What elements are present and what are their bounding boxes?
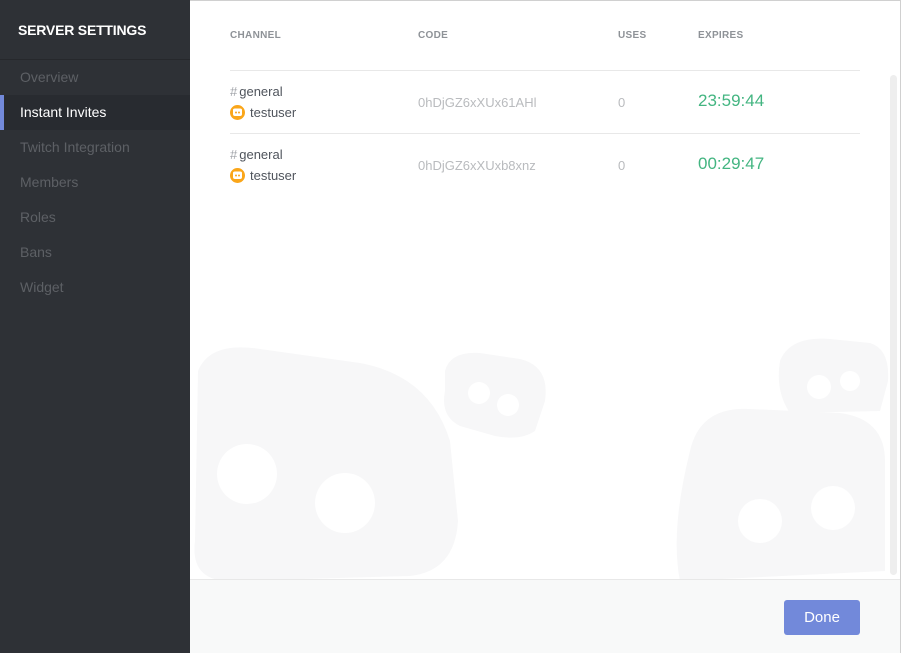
sidebar-nav: Overview Instant Invites Twitch Integrat… bbox=[0, 60, 190, 305]
column-header-expires: EXPIRES bbox=[698, 30, 744, 41]
discord-logo-icon bbox=[233, 108, 242, 116]
hash-icon: # bbox=[230, 147, 238, 162]
channel-name: general bbox=[239, 147, 283, 162]
sidebar-item-overview[interactable]: Overview bbox=[0, 60, 190, 95]
sidebar-item-members[interactable]: Members bbox=[0, 165, 190, 200]
channel-cell: # general testuser bbox=[230, 144, 296, 186]
table-header: CHANNEL CODE USES EXPIRES bbox=[230, 1, 860, 71]
sidebar-item-widget[interactable]: Widget bbox=[0, 270, 190, 305]
invites-panel: CHANNEL CODE USES EXPIRES # general testu… bbox=[190, 0, 901, 653]
invite-expires: 00:29:47 bbox=[698, 154, 765, 173]
invite-code: 0hDjGZ6xXUxb8xnz bbox=[418, 158, 536, 173]
sidebar-item-bans[interactable]: Bans bbox=[0, 235, 190, 270]
avatar bbox=[230, 105, 245, 120]
column-header-channel: CHANNEL bbox=[230, 30, 281, 41]
table-row[interactable]: # general testuser 0hDjGZ6xXUxb8xnz 0 00:… bbox=[230, 134, 860, 197]
sidebar-item-roles[interactable]: Roles bbox=[0, 200, 190, 235]
table-row[interactable]: # general testuser 0hDjGZ6xXUx61AHl 0 23:… bbox=[230, 71, 860, 134]
done-button[interactable]: Done bbox=[784, 600, 860, 635]
invite-code: 0hDjGZ6xXUx61AHl bbox=[418, 95, 537, 110]
channel-cell: # general testuser bbox=[230, 81, 296, 123]
sidebar-title: SERVER SETTINGS bbox=[0, 0, 190, 60]
modal-footer: Done bbox=[190, 579, 900, 653]
sidebar-item-instant-invites[interactable]: Instant Invites bbox=[0, 95, 190, 130]
channel-name: general bbox=[239, 84, 283, 99]
invite-uses: 0 bbox=[618, 158, 626, 173]
invite-uses: 0 bbox=[618, 95, 626, 110]
invite-expires: 23:59:44 bbox=[698, 91, 765, 110]
hash-icon: # bbox=[230, 84, 238, 99]
inviter-name: testuser bbox=[250, 168, 297, 183]
invites-table: CHANNEL CODE USES EXPIRES # general testu… bbox=[230, 1, 860, 197]
settings-sidebar: SERVER SETTINGS Overview Instant Invites… bbox=[0, 0, 190, 653]
avatar bbox=[230, 168, 245, 183]
discord-logo-icon bbox=[233, 171, 242, 179]
sidebar-item-twitch-integration[interactable]: Twitch Integration bbox=[0, 130, 190, 165]
column-header-uses: USES bbox=[618, 30, 647, 41]
scrollbar[interactable] bbox=[890, 75, 897, 575]
column-header-code: CODE bbox=[418, 30, 449, 41]
server-settings-window: SERVER SETTINGS Overview Instant Invites… bbox=[0, 0, 901, 653]
inviter-name: testuser bbox=[250, 105, 297, 120]
background-mascots-illustration bbox=[194, 338, 889, 581]
